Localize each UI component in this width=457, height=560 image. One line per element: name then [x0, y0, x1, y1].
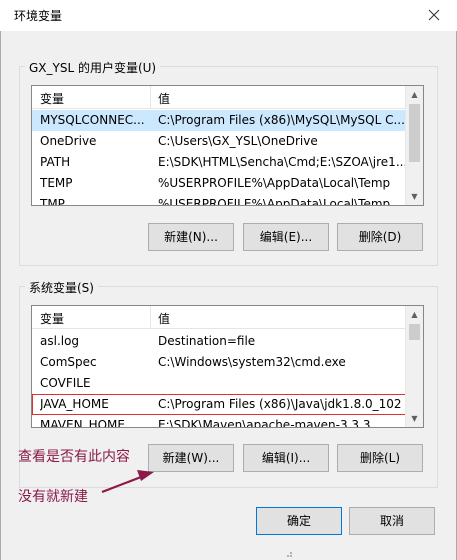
- user-variables-list[interactable]: 变量 值 MYSQLCONNEC... C:\Program Files (x8…: [31, 85, 424, 206]
- scroll-up-icon[interactable]: ▲: [406, 86, 423, 103]
- column-divider[interactable]: [150, 306, 151, 328]
- user-delete-button[interactable]: 删除(D): [337, 223, 423, 251]
- ok-button[interactable]: 确定: [256, 507, 342, 535]
- table-row[interactable]: ComSpec C:\Windows\system32\cmd.exe: [32, 352, 408, 373]
- variable-name: ComSpec: [40, 355, 97, 369]
- user-variables-label: GX_YSL 的用户变量(U): [25, 59, 161, 76]
- column-divider[interactable]: [150, 86, 151, 108]
- system-new-button[interactable]: 新建(W)...: [148, 444, 234, 472]
- table-row-java-home[interactable]: JAVA_HOME C:\Program Files (x86)\Java\jd…: [32, 394, 408, 415]
- system-variables-label: 系统变量(S): [25, 279, 98, 296]
- variable-value: %USERPROFILE%\AppData\Local\Temp: [158, 197, 391, 206]
- scroll-up-icon[interactable]: ▲: [406, 306, 423, 323]
- system-list-scrollbar[interactable]: ▲ ▼: [405, 306, 423, 427]
- table-row[interactable]: TEMP %USERPROFILE%\AppData\Local\Temp: [32, 173, 408, 194]
- variable-name: PATH: [40, 155, 71, 169]
- variable-name: MYSQLCONNEC...: [40, 113, 145, 127]
- user-new-button[interactable]: 新建(N)...: [148, 223, 234, 251]
- window-title: 环境变量: [14, 9, 63, 23]
- resize-grip-icon[interactable]: [283, 548, 293, 558]
- variable-value: C:\Windows\system32\cmd.exe: [158, 355, 346, 369]
- variable-name: TMP: [40, 197, 65, 206]
- annotation-new: 没有就新建: [18, 489, 88, 505]
- list-header: 变量 值: [32, 306, 408, 329]
- system-variables-list[interactable]: 变量 值 asl.log Destination=file ComSpec C:…: [31, 305, 424, 428]
- system-edit-button[interactable]: 编辑(I)...: [243, 444, 329, 472]
- table-row[interactable]: PATH E:\SDK\HTML\Sencha\Cmd;E:\SZOA\jre1…: [32, 152, 408, 173]
- variable-name: TEMP: [40, 176, 73, 190]
- variable-value: Destination=file: [158, 334, 256, 348]
- variable-value: C:\Program Files (x86)\Java\jdk1.8.0_102: [158, 397, 402, 411]
- variable-name: MAVEN_HOME: [40, 418, 125, 428]
- list-header: 变量 值: [32, 86, 408, 109]
- column-header-value[interactable]: 值: [158, 310, 170, 327]
- user-list-scrollbar[interactable]: ▲ ▼: [405, 86, 423, 205]
- variable-name: asl.log: [40, 334, 80, 348]
- variable-value: C:\Users\GX_YSL\OneDrive: [158, 134, 318, 148]
- close-icon[interactable]: [426, 6, 442, 24]
- variable-value: C:\Program Files (x86)\MySQL\MySQL C...: [158, 113, 405, 127]
- table-row[interactable]: OneDrive C:\Users\GX_YSL\OneDrive: [32, 131, 408, 152]
- annotation-check: 查看是否有此内容: [18, 449, 130, 465]
- user-edit-button[interactable]: 编辑(E)...: [243, 223, 329, 251]
- variable-name: COVFILE: [40, 376, 91, 390]
- scroll-down-icon[interactable]: ▼: [406, 410, 423, 427]
- variable-name: JAVA_HOME: [40, 397, 109, 411]
- variable-value: E:\SDK\Maven\apache-maven-3.3.3: [158, 418, 371, 428]
- table-row[interactable]: MAVEN_HOME E:\SDK\Maven\apache-maven-3.3…: [32, 415, 408, 428]
- variable-value: %USERPROFILE%\AppData\Local\Temp: [158, 176, 391, 190]
- table-row[interactable]: COVFILE: [32, 373, 408, 394]
- cancel-button[interactable]: 取消: [349, 507, 435, 535]
- variable-value: E:\SDK\HTML\Sencha\Cmd;E:\SZOA\jre1...: [158, 155, 406, 169]
- column-header-variable[interactable]: 变量: [40, 90, 64, 107]
- scroll-thumb[interactable]: [409, 324, 420, 340]
- scroll-thumb[interactable]: [409, 104, 420, 162]
- table-row[interactable]: asl.log Destination=file: [32, 331, 408, 352]
- table-row[interactable]: MYSQLCONNEC... C:\Program Files (x86)\My…: [32, 110, 408, 131]
- column-header-value[interactable]: 值: [158, 90, 170, 107]
- title-bar: 环境变量: [0, 0, 457, 31]
- variable-name: OneDrive: [40, 134, 97, 148]
- scroll-down-icon[interactable]: ▼: [406, 188, 423, 205]
- table-row[interactable]: TMP %USERPROFILE%\AppData\Local\Temp: [32, 194, 408, 206]
- column-header-variable[interactable]: 变量: [40, 310, 64, 327]
- system-delete-button[interactable]: 删除(L): [337, 444, 423, 472]
